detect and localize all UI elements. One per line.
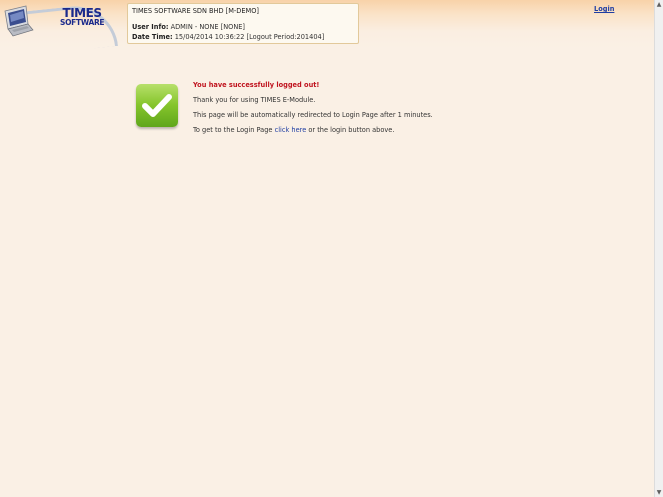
redirect-notice: This page will be automatically redirect… xyxy=(193,111,433,119)
user-info-label: User Info: xyxy=(132,23,169,31)
success-tile xyxy=(136,84,178,127)
login-page-hint: To get to the Login Page click here or t… xyxy=(193,126,394,134)
date-time-value: 15/04/2014 10:36:22 [Logout Period:20140… xyxy=(174,33,325,41)
scroll-down-icon[interactable]: ▼ xyxy=(655,488,663,497)
vertical-scrollbar[interactable]: ▲ ▼ xyxy=(654,0,663,497)
click-here-link[interactable]: click here xyxy=(275,126,307,134)
header: TIMES SOFTWARE TIMES SOFTWARE SDN BHD [M… xyxy=(0,0,654,56)
logo-text-software: SOFTWARE xyxy=(60,18,105,27)
laptop-logo-icon xyxy=(4,5,34,37)
login-hint-suffix: or the login button above. xyxy=(308,126,395,134)
date-time-label: Date Time: xyxy=(132,33,173,41)
logout-success-title: You have successfully logged out! xyxy=(193,81,320,89)
session-info-box: TIMES SOFTWARE SDN BHD [M-DEMO] User Inf… xyxy=(127,3,359,44)
logo: TIMES SOFTWARE xyxy=(2,2,119,56)
company-name: TIMES SOFTWARE SDN BHD [M-DEMO] xyxy=(132,7,259,15)
thank-you-text: Thank you for using TIMES E-Module. xyxy=(193,96,316,104)
user-info-value: ADMIN - NONE [NONE] xyxy=(170,23,246,31)
logo-text: TIMES SOFTWARE xyxy=(60,7,105,27)
login-link[interactable]: Login xyxy=(594,5,614,13)
user-info-row: User Info: ADMIN - NONE [NONE] xyxy=(132,22,354,32)
login-hint-prefix: To get to the Login Page xyxy=(193,126,273,134)
date-time-row: Date Time: 15/04/2014 10:36:22 [Logout P… xyxy=(132,32,354,42)
page: TIMES SOFTWARE TIMES SOFTWARE SDN BHD [M… xyxy=(0,0,654,497)
scroll-up-icon[interactable]: ▲ xyxy=(655,0,663,9)
checkmark-icon xyxy=(142,94,172,117)
